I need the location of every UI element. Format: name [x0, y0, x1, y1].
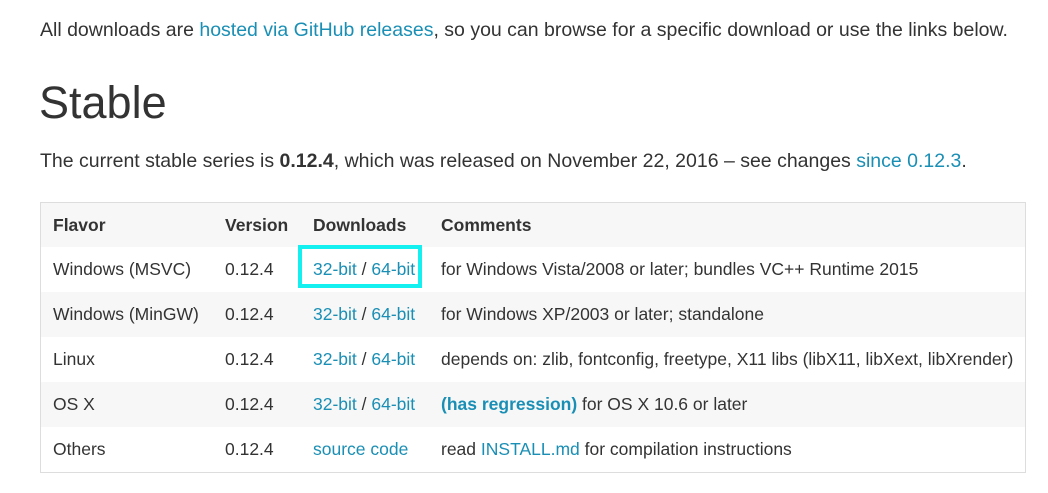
- current-prefix: The current stable series is: [40, 150, 280, 172]
- table-row: Others 0.12.4 source code read INSTALL.m…: [41, 427, 1025, 472]
- column-header-version: Version: [225, 214, 289, 235]
- download-64bit-link[interactable]: 64-bit: [371, 394, 415, 414]
- downloads-cell: 32-bit / 64-bit: [301, 382, 429, 427]
- column-header-flavor: Flavor: [53, 214, 106, 235]
- flavor-cell: Windows (MSVC): [53, 259, 192, 279]
- flavor-cell: Windows (MinGW): [53, 304, 199, 324]
- flavor-cell: Linux: [53, 349, 95, 369]
- downloads-cell: 32-bit / 64-bit: [301, 247, 429, 292]
- downloads-cell: source code: [301, 427, 429, 472]
- version-cell: 0.12.4: [225, 439, 274, 459]
- current-middle: , which was released on November 22, 201…: [333, 150, 857, 172]
- version-cell: 0.12.4: [225, 394, 274, 414]
- comment-prefix: read: [441, 439, 481, 459]
- install-md-link[interactable]: INSTALL.md: [481, 439, 580, 459]
- downloads-table: Flavor Version Downloads Comments Window…: [41, 203, 1025, 472]
- table-row: Linux 0.12.4 32-bit / 64-bit depends on:…: [41, 337, 1025, 382]
- intro-text: All downloads are hosted via GitHub rele…: [40, 17, 1008, 43]
- comment-cell: for Windows XP/2003 or later; standalone: [441, 304, 764, 324]
- download-64bit-link[interactable]: 64-bit: [371, 259, 415, 279]
- downloads-cell: 32-bit / 64-bit: [301, 292, 429, 337]
- table-row: Windows (MSVC) 0.12.4 32-bit / 64-bit fo…: [41, 247, 1025, 292]
- comment-cell: for Windows Vista/2008 or later; bundles…: [441, 259, 919, 279]
- download-32bit-link[interactable]: 32-bit: [313, 259, 357, 279]
- current-version: 0.12.4: [279, 150, 334, 172]
- version-cell: 0.12.4: [225, 304, 274, 324]
- intro-prefix: All downloads are: [40, 19, 200, 41]
- comment-text: for compilation instructions: [579, 439, 792, 459]
- version-cell: 0.12.4: [225, 349, 274, 369]
- version-cell: 0.12.4: [225, 259, 274, 279]
- current-suffix: .: [961, 150, 967, 172]
- github-releases-link[interactable]: hosted via GitHub releases: [199, 19, 433, 41]
- downloads-table-container: Flavor Version Downloads Comments Window…: [40, 202, 1026, 473]
- downloads-cell: 32-bit / 64-bit: [301, 337, 429, 382]
- current-release-text: The current stable series is 0.12.4, whi…: [40, 148, 967, 174]
- has-regression-link[interactable]: (has regression): [441, 394, 577, 414]
- source-code-link[interactable]: source code: [313, 439, 408, 459]
- column-header-comments: Comments: [441, 214, 532, 235]
- changes-since-link[interactable]: since 0.12.3: [856, 150, 961, 172]
- separator: /: [356, 349, 372, 369]
- flavor-cell: OS X: [53, 394, 95, 414]
- intro-suffix: , so you can browse for a specific downl…: [433, 19, 1008, 41]
- separator: /: [356, 394, 372, 414]
- comment-cell: depends on: zlib, fontconfig, freetype, …: [441, 349, 1014, 369]
- column-header-downloads: Downloads: [313, 214, 407, 235]
- flavor-cell: Others: [53, 439, 106, 459]
- separator: /: [356, 259, 372, 279]
- download-64bit-link[interactable]: 64-bit: [371, 349, 415, 369]
- comment-text: for OS X 10.6 or later: [577, 394, 748, 414]
- download-32bit-link[interactable]: 32-bit: [313, 304, 357, 324]
- comment-cell: (has regression) for OS X 10.6 or later: [429, 382, 1025, 427]
- table-row: OS X 0.12.4 32-bit / 64-bit (has regress…: [41, 382, 1025, 427]
- download-32bit-link[interactable]: 32-bit: [313, 394, 357, 414]
- table-row: Windows (MinGW) 0.12.4 32-bit / 64-bit f…: [41, 292, 1025, 337]
- download-32bit-link[interactable]: 32-bit: [313, 349, 357, 369]
- separator: /: [356, 304, 372, 324]
- download-64bit-link[interactable]: 64-bit: [371, 304, 415, 324]
- table-header-row: Flavor Version Downloads Comments: [41, 203, 1025, 247]
- page-title: Stable: [39, 77, 167, 128]
- comment-cell: read INSTALL.md for compilation instruct…: [429, 427, 1025, 472]
